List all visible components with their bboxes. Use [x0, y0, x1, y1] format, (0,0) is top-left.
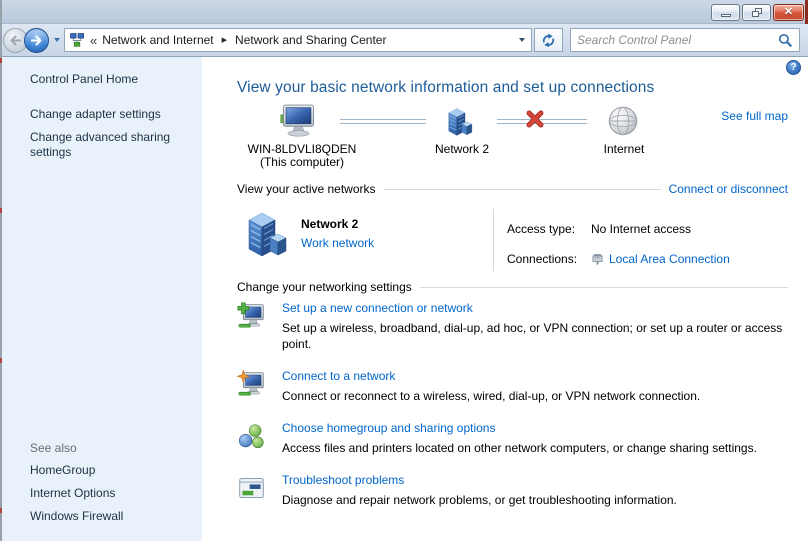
work-network-link[interactable]: Work network [301, 236, 374, 250]
see-full-map-link[interactable]: See full map [721, 109, 788, 123]
networking-settings-label: Change your networking settings [237, 280, 412, 294]
globe-icon [608, 106, 638, 136]
troubleshoot-problems-description: Diagnose and repair network problems, or… [282, 493, 677, 507]
sidebar-item-homegroup[interactable]: HomeGroup [30, 463, 123, 478]
map-connection-line [340, 119, 426, 124]
restore-button[interactable] [742, 4, 771, 21]
active-network-panel: Network 2 Work network Access type: No I… [237, 209, 788, 271]
sidebar-item-change-advanced-sharing-settings[interactable]: Change advanced sharing settings [30, 130, 188, 160]
connect-or-disconnect-link[interactable]: Connect or disconnect [669, 182, 788, 196]
minimize-icon [720, 14, 731, 17]
sidebar-item-change-adapter-settings[interactable]: Change adapter settings [30, 107, 188, 122]
map-computer-node[interactable] [279, 104, 318, 141]
window-left-border [0, 0, 2, 541]
history-dropdown-icon[interactable] [54, 38, 60, 42]
breadcrumb-network-and-sharing-center[interactable]: Network and Sharing Center [235, 33, 386, 47]
connect-to-network-item[interactable]: Connect to a network Connect or reconnec… [236, 369, 788, 404]
buildings-icon-large [248, 212, 287, 257]
troubleshoot-problems-link[interactable]: Troubleshoot problems [282, 473, 677, 487]
map-internet-node[interactable] [607, 105, 639, 140]
forward-arrow-icon [30, 35, 42, 45]
address-dropdown-icon[interactable] [519, 38, 525, 42]
active-network-identity: Network 2 Work network [237, 209, 493, 271]
close-button[interactable]: ✕ [773, 4, 804, 21]
sidebar-item-windows-firewall[interactable]: Windows Firewall [30, 509, 123, 524]
access-type-value: No Internet access [591, 222, 692, 236]
search-input[interactable] [577, 33, 778, 47]
networking-settings-header: Change your networking settings [237, 280, 788, 294]
ethernet-plug-icon [592, 253, 603, 265]
homegroup-icon [237, 421, 267, 456]
restore-icon [751, 8, 762, 17]
see-also-label: See also [30, 441, 77, 455]
breadcrumb-separator-icon[interactable]: ▶ [219, 36, 230, 44]
map-internet-label: Internet [603, 142, 645, 156]
sidebar-item-control-panel-home[interactable]: Control Panel Home [30, 72, 202, 86]
active-network-details: Access type: No Internet access Connecti… [494, 209, 730, 271]
address-bar[interactable]: « Network and Internet ▶ Network and Sha… [64, 28, 532, 52]
buildings-icon [448, 108, 473, 136]
homegroup-sharing-link[interactable]: Choose homegroup and sharing options [282, 421, 757, 435]
homegroup-sharing-item[interactable]: Choose homegroup and sharing options Acc… [237, 421, 788, 456]
troubleshoot-problems-item[interactable]: Troubleshoot problems Diagnose and repai… [237, 473, 788, 508]
local-area-connection-link[interactable]: Local Area Connection [609, 252, 730, 266]
access-type-label: Access type: [507, 222, 576, 236]
search-icon[interactable] [778, 33, 793, 48]
divider [383, 188, 661, 190]
control-panel-sidebar: Control Panel Home Change adapter settin… [0, 57, 202, 541]
forward-button[interactable] [24, 27, 49, 53]
homegroup-sharing-description: Access files and printers located on oth… [282, 441, 757, 455]
divider [419, 286, 788, 288]
connect-to-network-description: Connect or reconnect to a wireless, wire… [282, 389, 701, 403]
breadcrumb-overflow-icon[interactable]: « [90, 33, 97, 48]
see-also-section: See also HomeGroup Internet Options Wind… [30, 441, 123, 532]
map-network-node[interactable] [445, 106, 475, 139]
network-sharing-center-window: ✕ « Network and Internet ▶ Network and S… [0, 0, 808, 541]
networking-settings-list: Set up a new connection or network Set u… [236, 301, 788, 508]
window-body: Control Panel Home Change adapter settin… [0, 57, 808, 541]
search-box [570, 28, 800, 52]
map-network-label: Network 2 [434, 142, 490, 156]
computer-icon [280, 104, 315, 137]
connect-network-icon [236, 369, 267, 404]
active-network-name: Network 2 [301, 217, 359, 231]
broken-connection-x-icon[interactable] [525, 109, 545, 132]
page-title: View your basic network information and … [237, 79, 655, 96]
breadcrumb-network-and-internet[interactable]: Network and Internet [102, 33, 213, 47]
active-networks-header: View your active networks Connect or dis… [237, 182, 788, 196]
setup-new-connection-description: Set up a wireless, broadband, dial-up, a… [282, 321, 783, 351]
back-arrow-icon [10, 35, 22, 45]
refresh-icon [542, 33, 555, 47]
setup-new-connection-link[interactable]: Set up a new connection or network [282, 301, 788, 315]
troubleshoot-icon [237, 473, 267, 508]
main-content: ? View your basic network information an… [202, 57, 808, 541]
connections-label: Connections: [507, 252, 578, 266]
active-networks-label: View your active networks [237, 182, 376, 196]
minimize-button[interactable] [711, 4, 740, 21]
help-icon[interactable]: ? [786, 60, 801, 75]
computer-caption: (This computer) [259, 155, 345, 169]
sidebar-item-internet-options[interactable]: Internet Options [30, 486, 123, 501]
map-computer-label: WIN-8LDVLI8QDEN (This computer) [237, 143, 367, 169]
network-location-icon [70, 33, 84, 47]
refresh-button[interactable] [534, 28, 563, 52]
title-bar[interactable]: ✕ [0, 0, 808, 24]
navigation-bar: « Network and Internet ▶ Network and Sha… [0, 24, 808, 57]
window-controls: ✕ [711, 4, 804, 21]
new-connection-icon [237, 301, 267, 352]
setup-new-connection-item[interactable]: Set up a new connection or network Set u… [237, 301, 788, 352]
connect-to-network-link[interactable]: Connect to a network [282, 369, 700, 383]
network-map: See full map WIN-8LDVLI8QDEN (This compu… [237, 101, 788, 173]
close-icon: ✕ [783, 6, 794, 18]
